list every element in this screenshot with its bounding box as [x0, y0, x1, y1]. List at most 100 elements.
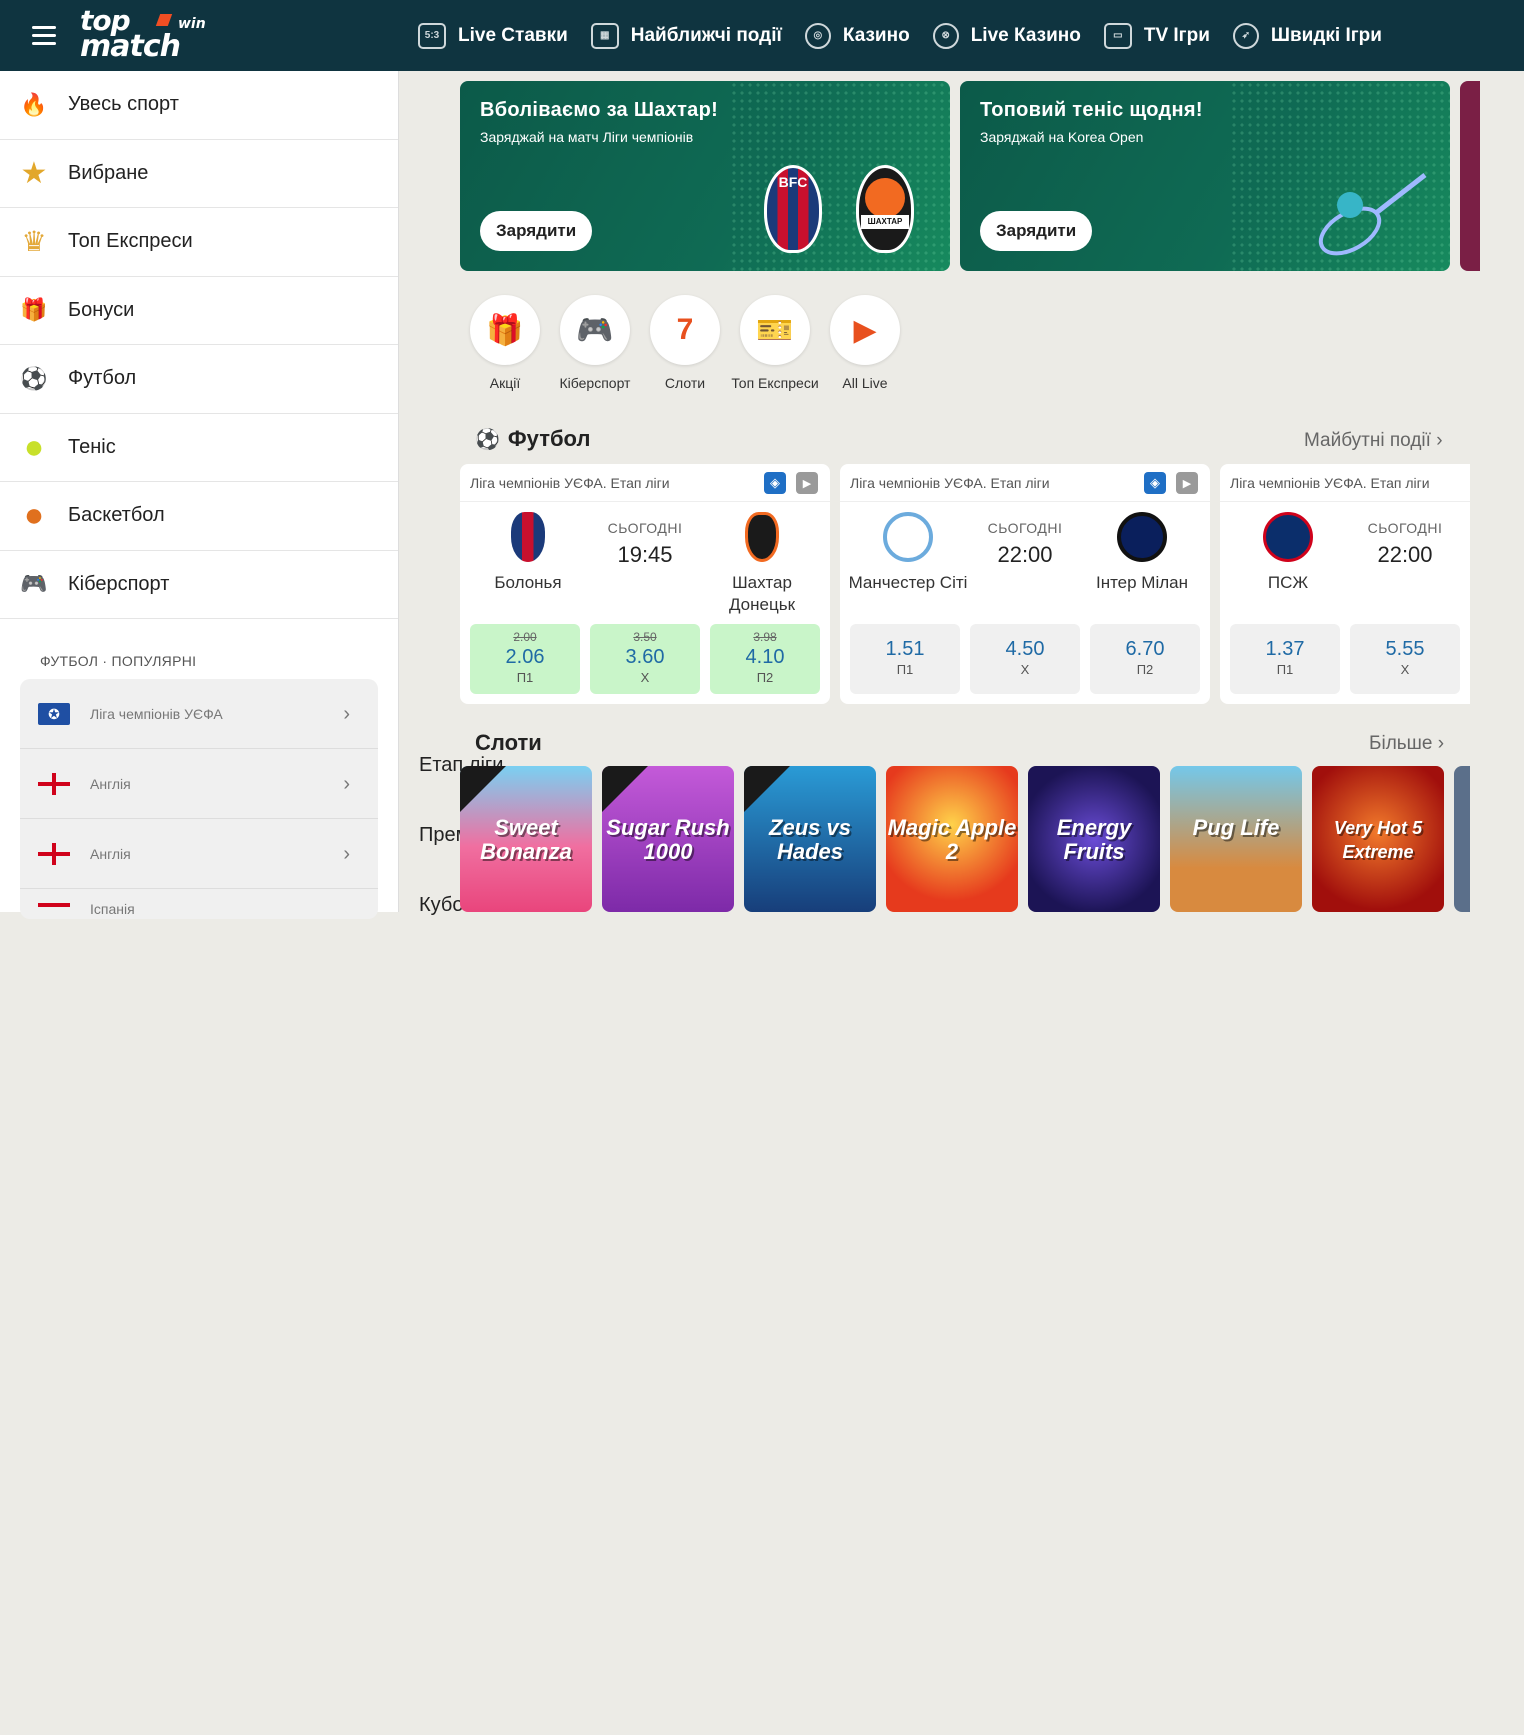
quick-top-express[interactable]: 🎫 Топ Експреси: [730, 295, 820, 393]
nav-live-casino[interactable]: ⊗ Live Казино: [932, 22, 1081, 49]
odd-button[interactable]: 5.55 Х: [1350, 624, 1460, 694]
sidebar-item-label: Футбол: [68, 367, 137, 390]
team-name: ПСЖ: [1267, 573, 1309, 592]
banner-charge-button[interactable]: Зарядити: [980, 211, 1093, 251]
odd-button[interactable]: 6.70 П2: [1090, 624, 1200, 694]
quick-all-live[interactable]: ▶ All Live: [820, 295, 910, 393]
sidebar-item-tennis[interactable]: ● Теніс: [0, 414, 398, 482]
psg-logo-icon: [1263, 512, 1313, 562]
logo-win-text: win: [178, 16, 206, 32]
football-icon: ⚽: [475, 428, 500, 451]
slot-zeus-hades[interactable]: Zeus vs Hades: [744, 766, 876, 912]
quick-promos[interactable]: 🎁 Акції: [460, 295, 550, 393]
popular-item-spain[interactable]: Іспанія: [20, 889, 378, 917]
slot-title: Energy Fruits: [1056, 815, 1132, 864]
odd-button[interactable]: 1.37 П1: [1230, 624, 1340, 694]
slot-sweet-bonanza[interactable]: Sweet Bonanza: [460, 766, 592, 912]
tennis-ball-icon: ●: [23, 427, 45, 466]
banner-tennis[interactable]: Топовий теніс щодня! Заряджай на Korea O…: [960, 81, 1450, 271]
odd-label: Х: [1020, 662, 1030, 677]
slot-sugar-rush[interactable]: Sugar Rush 1000: [602, 766, 734, 912]
banner-shakhtar[interactable]: Вболіваємо за Шахтар! Заряджай на матч Л…: [460, 81, 950, 271]
nav-casino[interactable]: ◎ Казино: [804, 22, 910, 49]
popular-country: Англія: [90, 775, 131, 792]
nav-label: Швидкі Ігри: [1270, 24, 1382, 46]
section-title-text: Футбол: [507, 426, 591, 451]
popular-title: ФУТБОЛ · ПОПУЛЯРНІ: [40, 653, 197, 669]
drops-wins-badge: [744, 766, 790, 812]
odd-value: 5.55: [1385, 638, 1425, 660]
odd-button[interactable]: 4.50 Х: [970, 624, 1080, 694]
slots-more-link[interactable]: Більше ›: [1369, 733, 1444, 755]
odd-old: 3.50: [633, 630, 657, 644]
sidebar-item-football[interactable]: ⚽ Футбол: [0, 345, 398, 414]
chevron-right-icon: ›: [343, 703, 350, 725]
match-card[interactable]: Ліга чемпіонів УЄФА. Етап ліги ПСЖ СЬОГО…: [1220, 464, 1470, 704]
match-card[interactable]: Ліга чемпіонів УЄФА. Етап ліги ◈ ▶ Манчест…: [840, 464, 1210, 704]
spain-flag-icon: [38, 903, 70, 911]
odd-button[interactable]: 3.50 3.60 Х: [590, 624, 700, 694]
popular-item-epl[interactable]: АнгліяПрем'єр-ліга ›: [20, 749, 535, 846]
nav-label: Казино: [842, 24, 910, 46]
ticket-icon: 🎫: [740, 295, 810, 365]
odd-button[interactable]: 3.98 4.10 П2: [710, 624, 820, 694]
slot-next-peek[interactable]: [1454, 766, 1470, 912]
sidebar-item-bonuses[interactable]: 🎁 Бонуси: [0, 277, 398, 345]
tennis-racket-icon: [1318, 173, 1427, 256]
upcoming-events-link[interactable]: Майбутні події ›: [1304, 430, 1443, 452]
sidebar-item-all-sports[interactable]: 🔥 Увесь спорт: [0, 71, 398, 140]
league-name: Ліга чемпіонів УЄФА. Етап ліги: [470, 474, 670, 491]
stats-icon[interactable]: ◈: [764, 472, 786, 494]
slot-very-hot[interactable]: Very Hot 5 Extreme: [1312, 766, 1444, 912]
star-icon: ★: [20, 156, 48, 190]
gamepad-icon: 🎮: [20, 571, 48, 597]
popular-country: Англія: [90, 845, 131, 862]
match-league: Ліга чемпіонів УЄФА. Етап ліги ◈ ▶: [460, 464, 830, 502]
bologna-crest-text: BFC: [778, 174, 808, 190]
slot-magic-apple[interactable]: Magic Apple 2: [886, 766, 1018, 912]
nav-tv-games[interactable]: ▭ TV Ігри: [1103, 22, 1210, 49]
gamepad-icon: 🎮: [560, 295, 630, 365]
popular-item-ucl[interactable]: ✪ Ліга чемпіонів УЄФА Етап ліги ›: [20, 679, 503, 776]
odd-value: 2.06: [505, 646, 545, 668]
slot-energy-fruits[interactable]: Energy Fruits: [1028, 766, 1160, 912]
sidebar-item-favorites[interactable]: ★ Вибране: [0, 140, 398, 208]
play-icon[interactable]: ▶: [796, 472, 818, 494]
quick-esports[interactable]: 🎮 Кіберспорт: [550, 295, 640, 393]
team-home: Манчестер Сіті: [848, 512, 968, 594]
slot-pug-life[interactable]: Pug Life: [1170, 766, 1302, 912]
bologna-logo-icon: [511, 512, 545, 562]
match-clock: 19:45: [617, 542, 673, 567]
stats-icon[interactable]: ◈: [1144, 472, 1166, 494]
sidebar-item-top-express[interactable]: ♛ Топ Експреси: [0, 208, 398, 277]
banner-charge-button[interactable]: Зарядити: [480, 211, 593, 251]
slot-title: Very Hot 5 Extreme: [1333, 818, 1423, 862]
shakhtar-crest-icon: ШАХТАР: [856, 165, 914, 253]
match-card[interactable]: Ліга чемпіонів УЄФА. Етап ліги ◈ ▶ Болонья…: [460, 464, 830, 704]
nav-fast-games[interactable]: ➶ Швидкі Ігри: [1232, 22, 1382, 49]
menu-icon[interactable]: [32, 26, 56, 46]
odd-value: 1.51: [885, 638, 925, 660]
sidebar-item-basketball[interactable]: ● Баскетбол: [0, 482, 398, 551]
banner-next-peek[interactable]: [1460, 81, 1480, 271]
top-header: top win match 5:3 Live Ставки ▦ Найближчі …: [0, 0, 1524, 71]
odd-button[interactable]: 1.51 П1: [850, 624, 960, 694]
match-league: Ліга чемпіонів УЄФА. Етап ліги ◈ ▶: [840, 464, 1210, 502]
nav-live-bets[interactable]: 5:3 Live Ставки: [418, 22, 568, 49]
odd-button[interactable]: 2.00 2.06 П1: [470, 624, 580, 694]
match-day: СЬОГОДНІ: [1367, 520, 1443, 536]
slot-title: Sweet Bonanza: [480, 815, 572, 864]
match-day: СЬОГОДНІ: [987, 520, 1063, 536]
popular-item-league-cup[interactable]: Англія Кубок ліги ›: [20, 819, 512, 916]
chevron-right-icon: ›: [1437, 733, 1445, 754]
popular-league: Кубок ліги: [419, 894, 512, 916]
odd-label: П2: [1136, 662, 1154, 677]
sidebar-item-esports[interactable]: 🎮 Кіберспорт: [0, 551, 398, 619]
odd-value: 4.10: [745, 646, 785, 668]
play-icon[interactable]: ▶: [1176, 472, 1198, 494]
logo[interactable]: top win match: [80, 7, 206, 62]
chevron-right-icon: ›: [343, 773, 350, 795]
team-away: Інтер Мілан: [1082, 512, 1202, 594]
nav-upcoming[interactable]: ▦ Найближчі події: [590, 22, 782, 49]
quick-slots[interactable]: 7 Слоти: [640, 295, 730, 393]
